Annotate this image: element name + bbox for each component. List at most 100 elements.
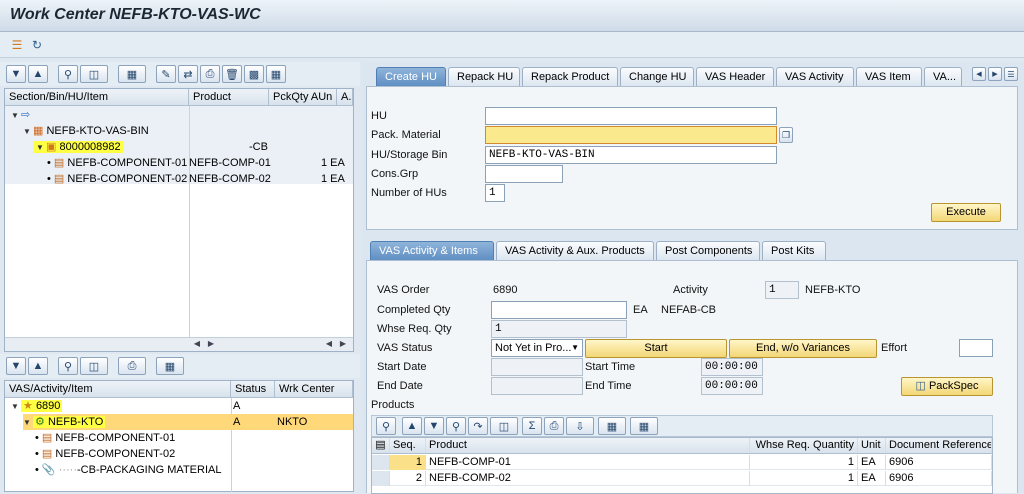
- layout-icon[interactable]: ▦: [118, 65, 146, 83]
- horizontal-scrollbar[interactable]: ◀ ▶ ◀ ▶: [5, 337, 353, 351]
- start-button[interactable]: Start: [585, 339, 727, 358]
- tree-row-component[interactable]: • ▤ NEFB-COMPONENT-01: [35, 430, 175, 446]
- tab-vas-activity-items[interactable]: VAS Activity & Items: [370, 241, 494, 260]
- tab-vas-activity[interactable]: VAS Activity: [776, 67, 854, 86]
- grid-icon[interactable]: ▦: [630, 417, 658, 435]
- col-unit[interactable]: Unit: [858, 438, 886, 453]
- start-time-input[interactable]: 00:00:00: [701, 358, 763, 376]
- export-icon[interactable]: ⇩: [566, 417, 594, 435]
- col-a[interactable]: A.: [337, 89, 353, 106]
- find-next-icon[interactable]: ↷: [468, 417, 488, 435]
- tab-list-icon[interactable]: ☰: [1004, 67, 1018, 81]
- cons-grp-input[interactable]: [485, 165, 563, 183]
- collapse-icon[interactable]: ▲: [28, 65, 48, 83]
- tab-scroll-left-icon[interactable]: ◀: [972, 67, 986, 81]
- sort-asc-icon[interactable]: ▲: [402, 417, 422, 435]
- scroll-left-icon[interactable]: ◀: [191, 338, 203, 350]
- start-date-input[interactable]: [491, 358, 583, 376]
- col-qty[interactable]: Whse Req. Quantity: [750, 438, 858, 453]
- effort-input[interactable]: [959, 339, 993, 357]
- col-vas[interactable]: VAS/Activity/Item: [5, 381, 231, 398]
- end-time-input[interactable]: 00:00:00: [701, 377, 763, 395]
- table-row[interactable]: 2 NEFB-COMP-02 1 EA 6906: [372, 471, 992, 486]
- expand-icon[interactable]: ▼: [6, 65, 26, 83]
- col-pckqty[interactable]: PckQty AUn: [269, 89, 337, 106]
- pack-material-input[interactable]: [485, 126, 777, 144]
- whse-qty-input[interactable]: 1: [491, 320, 627, 338]
- tab-vas-activity-aux[interactable]: VAS Activity & Aux. Products: [496, 241, 654, 260]
- col-doc-ref[interactable]: Document Reference: [886, 438, 992, 453]
- vas-status-select[interactable]: Not Yet in Pro... ▼: [491, 339, 583, 357]
- scroll-right-icon[interactable]: ▶: [337, 338, 349, 350]
- find-icon[interactable]: ⚲: [58, 65, 78, 83]
- end-button[interactable]: End, w/o Variances: [729, 339, 877, 358]
- column-divider: [231, 398, 232, 492]
- tab-post-kits[interactable]: Post Kits: [762, 241, 826, 260]
- layout-icon[interactable]: ▦: [598, 417, 626, 435]
- tree-row-component[interactable]: • ▤ NEFB-COMPONENT-02: [35, 446, 175, 462]
- activity-input[interactable]: 1: [765, 281, 799, 299]
- tab-vas-more[interactable]: VA...: [924, 67, 962, 86]
- packspec-button[interactable]: ◫ PackSpec: [901, 377, 993, 396]
- sum-icon[interactable]: Σ: [522, 417, 542, 435]
- row-selector[interactable]: [372, 471, 390, 486]
- cell-doc-ref: 6906: [886, 455, 992, 470]
- tab-repack-hu[interactable]: Repack HU: [448, 67, 520, 86]
- filter-icon[interactable]: ◫: [490, 417, 518, 435]
- layout-icon[interactable]: ▦: [156, 357, 184, 375]
- sort-desc-icon[interactable]: ▼: [424, 417, 444, 435]
- table-row[interactable]: 1 NEFB-COMP-01 1 EA 6906: [372, 455, 992, 470]
- scroll-left-icon[interactable]: ◀: [323, 338, 335, 350]
- find-icon[interactable]: ⚲: [58, 357, 78, 375]
- tab-repack-product[interactable]: Repack Product: [522, 67, 618, 86]
- tree-row-root[interactable]: ▼ ⇨: [11, 107, 30, 123]
- collapse-icon[interactable]: ▲: [28, 357, 48, 375]
- details-icon[interactable]: ⚲: [376, 417, 396, 435]
- delete-icon[interactable]: 🗑: [222, 65, 242, 83]
- tree-row-item-product: NEFB-COMP-01: [189, 157, 271, 169]
- completed-unit: EA: [633, 304, 648, 316]
- tab-vas-header[interactable]: VAS Header: [696, 67, 774, 86]
- hu-input[interactable]: [485, 107, 777, 125]
- print-icon[interactable]: ⎙: [118, 357, 146, 375]
- tree-row-item[interactable]: • ▤ NEFB-COMPONENT-01: [47, 155, 187, 171]
- tab-create-hu[interactable]: Create HU: [376, 67, 446, 86]
- refresh-icon[interactable]: ↻: [28, 36, 46, 54]
- tab-change-hu[interactable]: Change HU: [620, 67, 694, 86]
- completed-qty-input[interactable]: [491, 301, 627, 319]
- action-log-icon[interactable]: ☰: [8, 36, 26, 54]
- edit-icon[interactable]: ✎: [156, 65, 176, 83]
- tab-post-components[interactable]: Post Components: [656, 241, 760, 260]
- filter-icon[interactable]: ◫: [80, 357, 108, 375]
- end-date-input[interactable]: [491, 377, 583, 395]
- col-product[interactable]: Product: [426, 438, 750, 453]
- expand-icon[interactable]: ▼: [6, 357, 26, 375]
- select-all-icon[interactable]: ▤: [372, 438, 390, 453]
- filter-icon[interactable]: ◫: [80, 65, 108, 83]
- col-seq[interactable]: Seq.: [390, 438, 426, 453]
- unpack-icon[interactable]: ▦: [266, 65, 286, 83]
- num-hus-input[interactable]: 1: [485, 184, 505, 202]
- col-product[interactable]: Product: [189, 89, 269, 106]
- tree-row-packaging[interactable]: • 📎 ·····-CB-PACKAGING MATERIAL: [35, 462, 221, 478]
- tab-vas-item[interactable]: VAS Item: [856, 67, 922, 86]
- col-section[interactable]: Section/Bin/HU/Item: [5, 89, 189, 106]
- scroll-right-icon[interactable]: ▶: [205, 338, 217, 350]
- tree-row-vas-order[interactable]: ▼ ★ 6890: [11, 398, 63, 414]
- col-wrk-center[interactable]: Wrk Center: [275, 381, 353, 398]
- transfer-icon[interactable]: ⇄: [178, 65, 198, 83]
- col-status[interactable]: Status: [231, 381, 275, 398]
- tree-row-item[interactable]: • ▤ NEFB-COMPONENT-02: [47, 171, 187, 187]
- tab-scroll-right-icon[interactable]: ▶: [988, 67, 1002, 81]
- hu-bin-input[interactable]: NEFB-KTO-VAS-BIN: [485, 146, 777, 164]
- execute-button[interactable]: Execute: [931, 203, 1001, 222]
- cell-qty: 1: [750, 471, 858, 486]
- value-help-icon[interactable]: ❐: [779, 127, 793, 143]
- print-icon[interactable]: ⎙: [200, 65, 220, 83]
- find-icon[interactable]: ⚲: [446, 417, 466, 435]
- row-selector[interactable]: [372, 455, 390, 470]
- tree-row-bin[interactable]: ▼ ▦ NEFB-KTO-VAS-BIN: [23, 123, 149, 139]
- tree-row-hu[interactable]: ▼ ▣ 8000008982: [33, 139, 124, 155]
- pack-icon[interactable]: ▩: [244, 65, 264, 83]
- print-icon[interactable]: ⎙: [544, 417, 564, 435]
